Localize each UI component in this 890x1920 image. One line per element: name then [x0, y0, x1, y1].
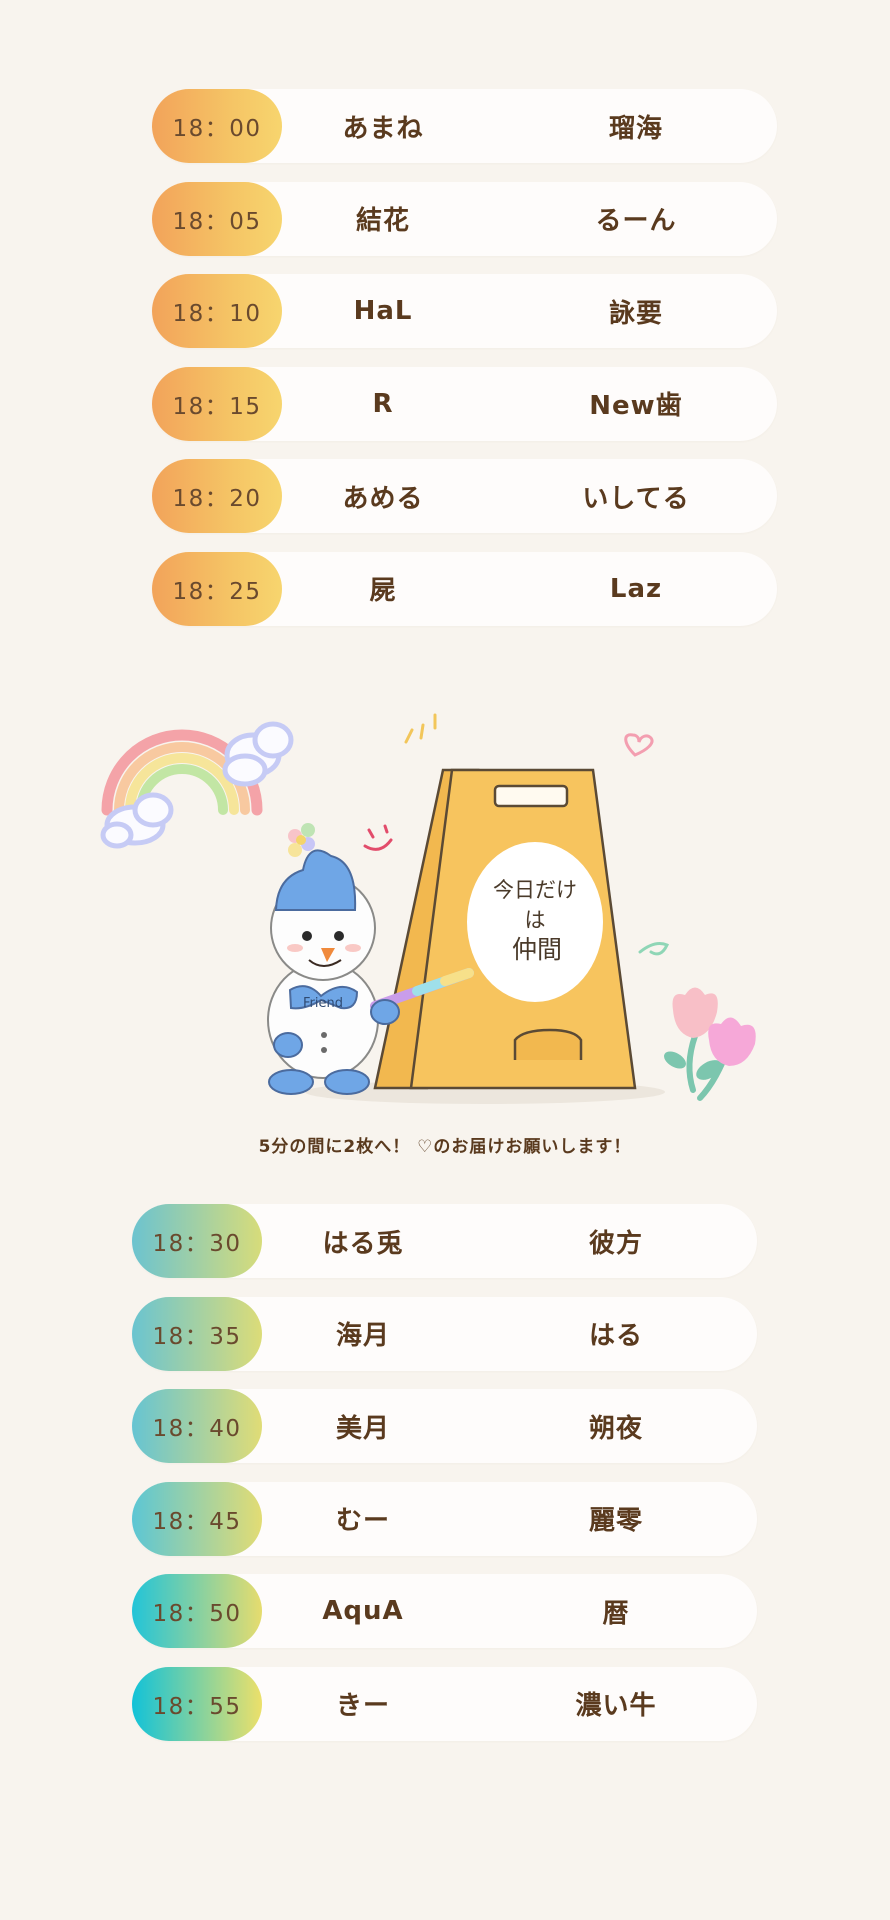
- sign-text-line3: 仲間: [512, 935, 562, 964]
- performer-b: 暦: [602, 1598, 630, 1629]
- swirl-icon: [638, 942, 670, 956]
- time-slot: 18：25: [152, 551, 282, 626]
- performer-a: 美月: [335, 1413, 390, 1444]
- instruction-message: 5分の間に2枚へ！ ♡のお届けお願いします！: [258, 1137, 632, 1157]
- schedule-row: 18：30 はる兎 彼方: [132, 1204, 757, 1278]
- performer-b: 詠要: [608, 298, 663, 329]
- performer-b: 彼方: [588, 1228, 643, 1259]
- sparkle-lines-icon: [404, 713, 437, 744]
- performer-a: はる兎: [322, 1228, 404, 1259]
- sign-text-line2: は: [525, 908, 546, 932]
- bottom-schedule: 18：30 はる兎 彼方 18：35 海月 はる 18：40 美月 朔夜 18：…: [132, 1204, 757, 1759]
- time-slot: 18：55: [132, 1666, 262, 1741]
- schedule-row: 18：00 あまね 瑠海: [152, 89, 777, 163]
- performer-a: きー: [335, 1691, 390, 1721]
- tulip-icon: [664, 987, 756, 1101]
- time-slot: 18：50: [132, 1574, 262, 1648]
- time-slot: 18：20: [152, 459, 282, 533]
- schedule-row: 18：15 R New歯: [152, 366, 777, 441]
- schedule-row: 18：25 屍 Laz: [152, 551, 777, 626]
- performer-b: New歯: [589, 391, 683, 421]
- performer-a: 海月: [335, 1321, 390, 1351]
- heart-icon: [624, 733, 654, 757]
- time-slot: 18：15: [152, 366, 282, 441]
- snowman-sign-illustration: 今日だけ は 仲間 Friend: [100, 713, 756, 1104]
- performer-b: るーん: [595, 206, 677, 236]
- a-frame-sign-icon: 今日だけ は 仲間: [373, 768, 637, 1090]
- performer-b: 麗零: [588, 1506, 643, 1536]
- time-slot: 18：45: [132, 1481, 262, 1556]
- performer-a: R: [372, 388, 394, 419]
- time-slot: 18：10: [152, 274, 282, 348]
- time-slot: 18：40: [132, 1389, 262, 1463]
- performer-b: いしてる: [582, 483, 690, 514]
- schedule-row: 18：40 美月 朔夜: [132, 1389, 757, 1463]
- performer-b: 朔夜: [588, 1413, 643, 1444]
- schedule-row: 18：45 むー 麗零: [132, 1481, 757, 1556]
- performer-a: 屍: [369, 576, 397, 606]
- schedule-row: 18：35 海月 はる: [132, 1296, 757, 1371]
- performer-a: あまね: [342, 113, 424, 144]
- performer-b: 濃い牛: [575, 1691, 657, 1721]
- top-schedule: 18：00 あまね 瑠海 18：05 結花 るーん 18：10 HaL 詠要 1…: [152, 89, 777, 644]
- performer-a: 結花: [355, 206, 410, 236]
- smile-icon: [363, 824, 393, 851]
- schedule-row: 18：05 結花 るーん: [152, 181, 777, 256]
- performer-a: むー: [335, 1506, 390, 1536]
- time-slot: 18：00: [152, 89, 282, 163]
- sign-text-line1: 今日だけ: [493, 878, 577, 902]
- performer-b: 瑠海: [608, 113, 663, 144]
- schedule-row: 18：20 あめる いしてる: [152, 459, 777, 533]
- performer-a: AquA: [322, 1596, 404, 1626]
- performer-a: あめる: [342, 483, 424, 514]
- performer-a: HaL: [353, 296, 413, 326]
- schedule-row: 18：10 HaL 詠要: [152, 274, 777, 348]
- schedule-row: 18：55 きー 濃い牛: [132, 1666, 757, 1741]
- schedule-row: 18：50 AquA 暦: [132, 1574, 757, 1648]
- time-slot: 18：05: [152, 181, 282, 256]
- performer-b: はる: [588, 1321, 643, 1351]
- time-slot: 18：35: [132, 1296, 262, 1371]
- bow-text: Friend: [303, 996, 343, 1011]
- performer-b: Laz: [609, 573, 663, 604]
- time-slot: 18：30: [132, 1204, 262, 1278]
